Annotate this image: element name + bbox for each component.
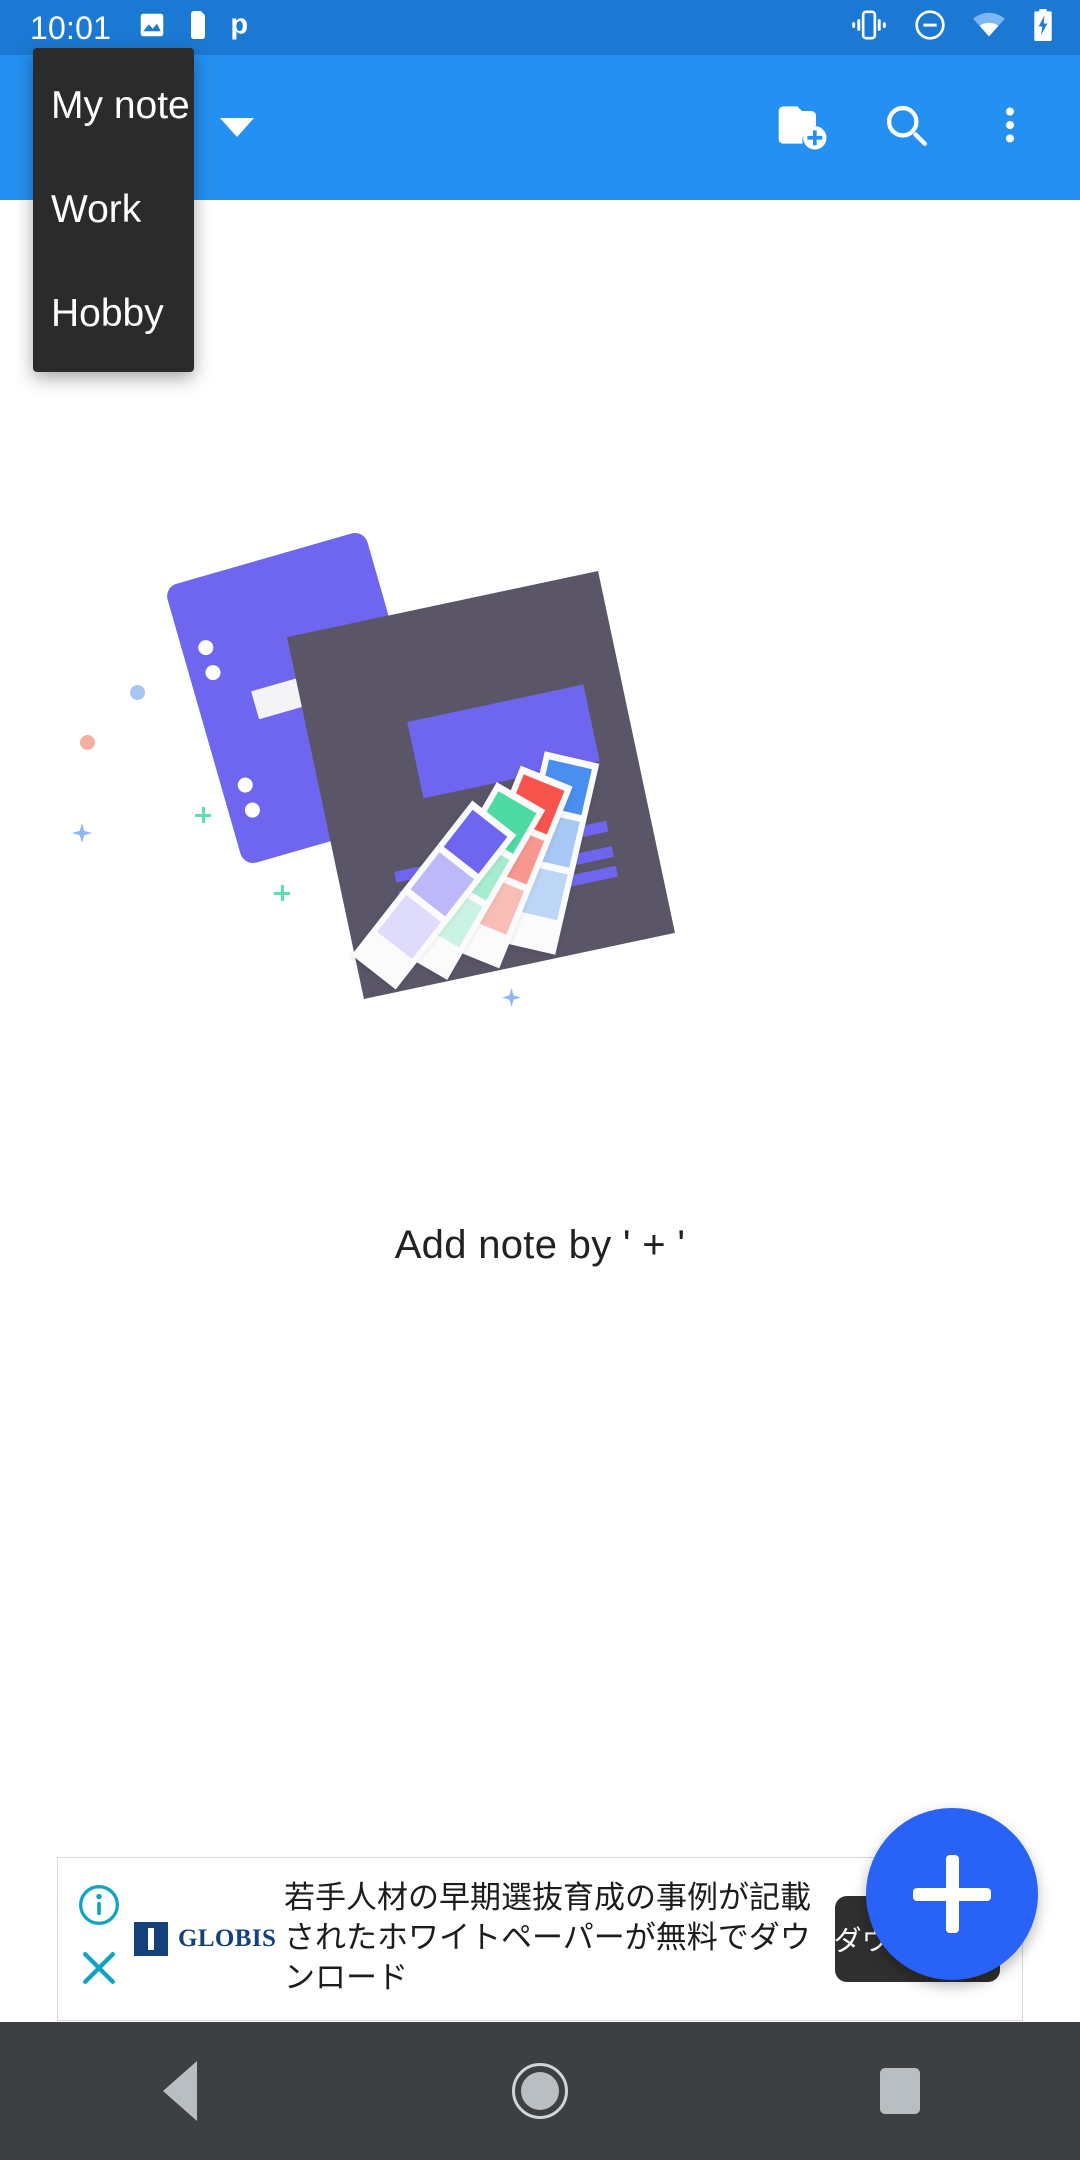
dropdown-item-label: Work (51, 188, 142, 231)
ad-advertiser-name: GLOBIS (178, 1925, 277, 1952)
dropdown-item-label: Hobby (51, 292, 164, 335)
ad-copy-text: 若手人材の早期選抜育成の事例が記載されたホワイトペーパーが無料でダウンロード (284, 1880, 811, 1996)
p-app-icon: p (229, 9, 255, 46)
vibrate-icon (850, 10, 888, 45)
wifi-icon (972, 12, 1006, 43)
dropdown-item-label: My note (51, 84, 190, 127)
create-new-folder-icon (774, 97, 830, 158)
status-bar: 10:01 p (0, 0, 1080, 55)
empty-state: Add note by ' + ' (0, 200, 1080, 1840)
notes-and-swatches-illustration (72, 529, 910, 1165)
ad-controls (58, 1858, 134, 2020)
image-icon (137, 10, 167, 45)
info-icon[interactable] (77, 1883, 121, 1932)
decor-dot-salmon-left (80, 735, 95, 750)
decor-star-blue-left (72, 823, 92, 843)
home-circle-icon (512, 2063, 568, 2119)
svg-text:p: p (230, 9, 248, 41)
decor-plus-green-mid (195, 807, 211, 823)
nav-back-button[interactable] (90, 2022, 270, 2160)
battery-charging-icon (1032, 9, 1054, 46)
phone-screen: 10:01 p My note Work Hobby Add note by '… (0, 0, 1080, 2160)
search-button[interactable] (854, 76, 958, 180)
nav-home-button[interactable] (450, 2022, 630, 2160)
dropdown-item-work[interactable]: Work (33, 158, 194, 262)
dropdown-item-hobby[interactable]: Hobby (33, 262, 194, 366)
sim-card-icon (189, 11, 207, 44)
empty-state-message: Add note by ' + ' (394, 1223, 686, 1267)
plus-icon (913, 1855, 991, 1933)
ad-advertiser: GLOBIS (134, 1922, 284, 1956)
status-system-icons (850, 9, 1054, 46)
search-icon (880, 99, 932, 156)
overflow-menu-icon (987, 102, 1033, 153)
overflow-menu-button[interactable] (958, 76, 1062, 180)
globis-logo-icon (134, 1922, 168, 1956)
chevron-down-icon[interactable] (219, 118, 254, 137)
app-bar-actions (750, 76, 1062, 180)
back-triangle-icon (163, 2061, 197, 2121)
nav-recents-button[interactable] (810, 2022, 990, 2160)
status-notification-icons: p (137, 9, 255, 46)
notebook-dropdown-menu: My note Work Hobby (33, 48, 194, 372)
status-clock: 10:01 (30, 9, 112, 46)
decor-plus-green-bottom (274, 885, 290, 901)
dropdown-item-my-note[interactable]: My note (33, 54, 194, 158)
decor-star-blue-bottom (502, 988, 521, 1007)
decor-dot-blue-left (130, 685, 145, 700)
add-note-fab[interactable] (866, 1808, 1038, 1980)
do-not-disturb-icon (914, 9, 946, 46)
recents-square-icon (880, 2068, 920, 2114)
close-icon[interactable] (77, 1946, 121, 1995)
system-navigation-bar (0, 2022, 1080, 2160)
create-new-folder-button[interactable] (750, 76, 854, 180)
